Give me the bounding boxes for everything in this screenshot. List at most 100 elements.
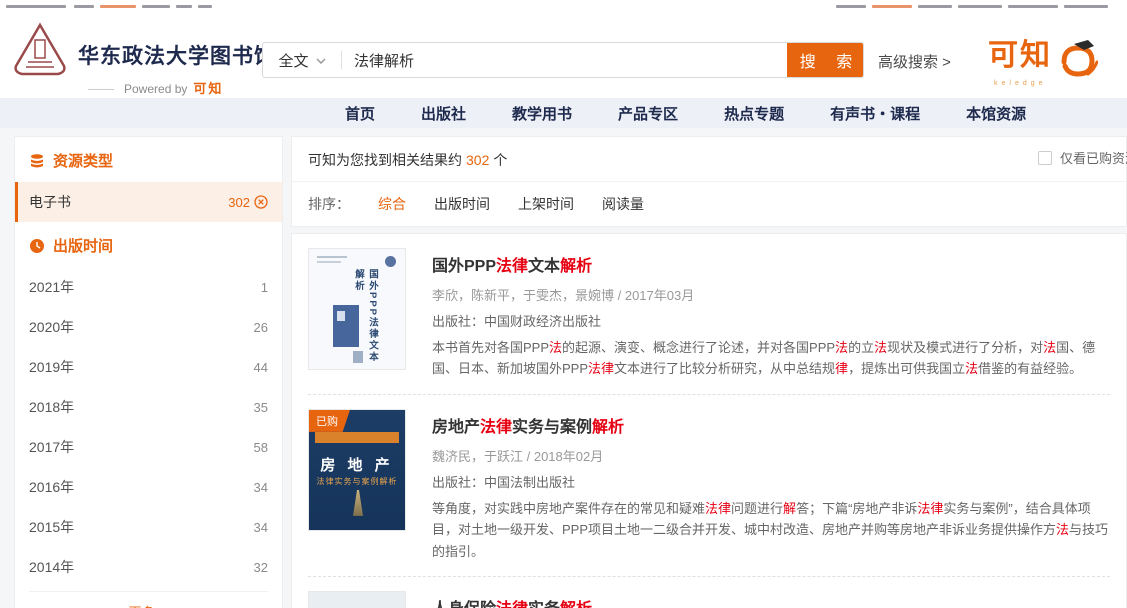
facet-year-2019[interactable]: 2019年 44 xyxy=(15,347,282,387)
facet-count: 26 xyxy=(254,320,268,335)
facet-count: 35 xyxy=(254,400,268,415)
facet-count: 32 xyxy=(254,560,268,575)
book-cover-2[interactable]: 已购 房 地 产 法律实务与案例解析 xyxy=(308,409,406,531)
facet-count: 34 xyxy=(254,520,268,535)
main-nav: 首页 出版社 教学用书 产品专区 热点专题 有声书・课程 本馆资源 xyxy=(0,98,1127,128)
result-text: 国外PPP法律文本解析 李欣，陈新平，于雯杰，景婉博 / 2017年03月 出版… xyxy=(432,248,1110,380)
cover-title: 房 地 产 xyxy=(309,454,405,475)
powered-by-label: Powered by xyxy=(124,82,187,96)
powered-by-brand: 可知 xyxy=(193,81,223,96)
nav-item-library-resources[interactable]: 本馆资源 xyxy=(966,103,1026,124)
powered-by: Powered by 可知 xyxy=(88,78,223,97)
purchased-badge: 已购 xyxy=(309,410,350,432)
facet-label: 2014年 xyxy=(29,557,74,577)
book-authors-date: 魏济民，于跃江 / 2018年02月 xyxy=(432,446,1110,465)
resource-type-section-header: 资源类型 xyxy=(15,137,282,182)
keledge-sub-wordmark: keledge xyxy=(994,80,1116,87)
results-main: 可知为您找到相关结果约302个 仅看已购资源 排序： 综合 出版时间 上架时间 … xyxy=(291,136,1127,608)
book-authors-date: 李欣，陈新平，于雯杰，景婉博 / 2017年03月 xyxy=(432,285,1110,304)
nav-item-home[interactable]: 首页 xyxy=(345,103,375,124)
advanced-search-link[interactable]: 高级搜索 > xyxy=(878,51,951,72)
remove-filter-icon[interactable] xyxy=(254,195,268,209)
facet-year-2016[interactable]: 2016年 34 xyxy=(15,467,282,507)
result-text: 房地产法律实务与案例解析 魏济民，于跃江 / 2018年02月 出版社：中国法制… xyxy=(432,409,1110,562)
sort-bar: 排序： 综合 出版时间 上架时间 阅读量 xyxy=(292,182,1126,226)
nav-item-product-zone[interactable]: 产品专区 xyxy=(618,103,678,124)
database-icon xyxy=(29,153,45,169)
book-title-link[interactable]: 国外PPP法律文本解析 xyxy=(432,252,1110,276)
search-scope-value: 全文 xyxy=(278,50,308,71)
purchased-only-label: 仅看已购资源 xyxy=(1060,148,1127,167)
pub-time-title: 出版时间 xyxy=(53,235,113,256)
results-list: 国外PPP法律文本解析 国外PPP法律文本解析 李欣，陈新平，于雯杰，景婉博 /… xyxy=(291,233,1127,608)
facet-ebook-label: 电子书 xyxy=(29,192,71,212)
facet-label: 2017年 xyxy=(29,437,74,457)
sort-option-reads[interactable]: 阅读量 xyxy=(602,194,644,214)
book-cover-3[interactable]: LIFE INSURANCE LAW & PRACTICE 人身保险法律 实务解… xyxy=(308,591,406,608)
book-cover-1[interactable]: 国外PPP法律文本解析 xyxy=(308,248,406,370)
university-emblem-logo xyxy=(12,22,68,80)
summary-suffix: 个 xyxy=(493,152,507,168)
purchased-only-toggle[interactable]: 仅看已购资源 xyxy=(1038,148,1127,167)
result-text: 人身保险法律实务解析 恒安标准人寿保险有限公司法律部 / 2012年02月 出版… xyxy=(432,591,1110,608)
facet-ebook-count: 302 xyxy=(228,195,250,210)
facet-count: 1 xyxy=(261,280,268,295)
facet-count: 34 xyxy=(254,480,268,495)
book-publisher: 出版社：中国财政经济出版社 xyxy=(432,311,1110,330)
nav-item-audiobooks-courses[interactable]: 有声书・课程 xyxy=(830,103,920,124)
facet-year-2017[interactable]: 2017年 58 xyxy=(15,427,282,467)
search-scope-dropdown[interactable]: 全文 xyxy=(263,43,341,77)
facet-label: 2016年 xyxy=(29,477,74,497)
facet-count: 44 xyxy=(254,360,268,375)
nav-item-publishers[interactable]: 出版社 xyxy=(421,103,466,124)
facet-year-2015[interactable]: 2015年 34 xyxy=(15,507,282,547)
search-bar: 全文 搜 索 xyxy=(262,42,864,78)
facet-year-2020[interactable]: 2020年 26 xyxy=(15,307,282,347)
nav-item-hot-topics[interactable]: 热点专题 xyxy=(724,103,784,124)
nav-item-textbooks[interactable]: 教学用书 xyxy=(512,103,572,124)
summary-count: 302 xyxy=(466,152,489,168)
facet-year-2021[interactable]: 2021年 1 xyxy=(15,267,282,307)
results-summary: 可知为您找到相关结果约302个 仅看已购资源 xyxy=(292,137,1126,182)
keledge-swoosh-icon xyxy=(1054,36,1098,80)
book-description: 等角度，对实践中房地产案件存在的常见和疑难法律问题进行解答；下篇“房地产非诉法律… xyxy=(432,498,1110,562)
book-title-link[interactable]: 房地产法律实务与案例解析 xyxy=(432,413,1110,437)
summary-prefix: 可知为您找到相关结果约 xyxy=(308,152,462,168)
library-name: 华东政法大学图书馆 xyxy=(78,40,276,70)
clock-icon xyxy=(29,238,45,254)
purchased-only-checkbox[interactable] xyxy=(1038,151,1052,165)
sort-option-comprehensive[interactable]: 综合 xyxy=(378,194,406,214)
cover-subtitle: 法律实务与案例解析 xyxy=(309,476,405,487)
top-bar-clipped xyxy=(0,0,1127,10)
resource-type-title: 资源类型 xyxy=(53,150,113,171)
keledge-wordmark: 可知 xyxy=(988,36,1052,76)
search-input[interactable] xyxy=(342,43,787,77)
header: 华东政法大学图书馆 Powered by 可知 全文 搜 索 高级搜索 > 可知 … xyxy=(0,10,1127,98)
pub-time-more-button[interactable]: 更多 xyxy=(29,591,268,608)
facet-year-2018[interactable]: 2018年 35 xyxy=(15,387,282,427)
result-item-3: LIFE INSURANCE LAW & PRACTICE 人身保险法律 实务解… xyxy=(308,576,1110,608)
sort-option-pub-time[interactable]: 出版时间 xyxy=(434,194,490,214)
facet-label: 2015年 xyxy=(29,517,74,537)
filter-card-main: 资源类型 电子书 302 出版时间 2021年 1 xyxy=(14,136,283,608)
content-area: 资源类型 电子书 302 出版时间 2021年 1 xyxy=(0,128,1127,608)
result-item-1: 国外PPP法律文本解析 国外PPP法律文本解析 李欣，陈新平，于雯杰，景婉博 /… xyxy=(308,234,1110,394)
facet-label: 2020年 xyxy=(29,317,74,337)
facet-label: 2021年 xyxy=(29,277,74,297)
chevron-down-icon xyxy=(316,58,326,64)
search-button[interactable]: 搜 索 xyxy=(787,43,863,77)
results-summary-card: 可知为您找到相关结果约302个 仅看已购资源 排序： 综合 出版时间 上架时间 … xyxy=(291,136,1127,227)
book-description: 本书首先对各国PPP法的起源、演变、概念进行了论述，并对各国PPP法的立法现状及… xyxy=(432,337,1110,380)
facet-ebook-selected[interactable]: 电子书 302 xyxy=(15,182,282,222)
pub-time-section-header: 出版时间 xyxy=(15,222,282,267)
facet-count: 58 xyxy=(254,440,268,455)
facet-label: 2018年 xyxy=(29,397,74,417)
facet-label: 2019年 xyxy=(29,357,74,377)
facet-year-2014[interactable]: 2014年 32 xyxy=(15,547,282,587)
book-title-link[interactable]: 人身保险法律实务解析 xyxy=(432,595,1110,608)
sort-option-shelf-time[interactable]: 上架时间 xyxy=(518,194,574,214)
sort-label: 排序： xyxy=(308,194,350,214)
filter-sidebar: 资源类型 电子书 302 出版时间 2021年 1 xyxy=(14,136,283,608)
result-item-2: 已购 房 地 产 法律实务与案例解析 房地产法律实务与案例解析 魏济民，于跃江 … xyxy=(308,394,1110,576)
keledge-logo[interactable]: 可知 keledge xyxy=(988,36,1116,88)
